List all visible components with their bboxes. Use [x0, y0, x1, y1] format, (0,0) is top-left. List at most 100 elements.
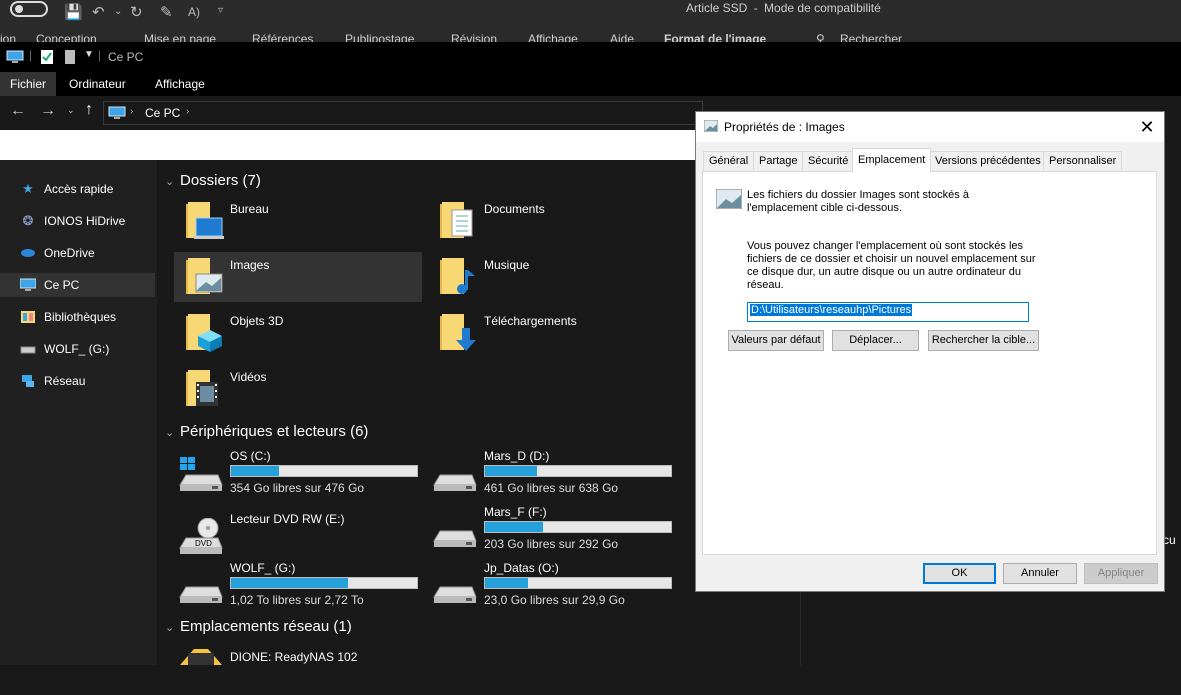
- drive-d[interactable]: Mars_D (D:) 461 Go libres sur 638 Go: [432, 449, 682, 499]
- drive-icon: [179, 586, 223, 603]
- ribbon-tab[interactable]: ion: [0, 32, 16, 42]
- tab-partage[interactable]: Partage: [753, 151, 804, 171]
- section-network[interactable]: ⌄ Emplacements réseau (1): [165, 618, 352, 635]
- sidebar-item-quick-access[interactable]: ★ Accès rapide: [0, 177, 155, 201]
- dialog-title-bar: Propriétés de : Images ✕: [696, 112, 1164, 142]
- sidebar-item-hidrive[interactable]: ❂ IONOS HiDrive: [0, 209, 155, 233]
- ribbon-tab[interactable]: Mise en page: [144, 32, 216, 42]
- drive-f[interactable]: Mars_F (F:) 203 Go libres sur 292 Go: [432, 505, 682, 555]
- undo-dropdown-icon[interactable]: ⌄: [114, 6, 122, 17]
- folder-videos[interactable]: Vidéos: [174, 364, 422, 414]
- move-button[interactable]: Déplacer...: [832, 330, 919, 351]
- ribbon-tab[interactable]: Affichage: [528, 32, 578, 42]
- quick-access-dropdown-icon[interactable]: ▼: [84, 49, 94, 60]
- sidebar-item-wolf[interactable]: WOLF_ (G:): [0, 337, 155, 361]
- restore-default-button[interactable]: Valeurs par défaut: [728, 330, 824, 351]
- info-line: l'emplacement cible ci-dessous.: [747, 202, 902, 214]
- ribbon-tab[interactable]: Publipostage: [345, 32, 414, 42]
- sidebar-item-this-pc[interactable]: Ce PC: [0, 273, 155, 297]
- recent-locations-icon[interactable]: ⌄: [67, 105, 75, 116]
- drive-icon: [433, 530, 477, 547]
- word-search[interactable]: Rechercher: [840, 32, 902, 42]
- menu-ordinateur[interactable]: Ordinateur: [59, 72, 136, 96]
- drive-usage-fill: [485, 578, 528, 588]
- search-icon: ⚲: [816, 32, 825, 42]
- folder-images[interactable]: Images: [174, 252, 422, 302]
- redo-icon[interactable]: ↻: [130, 3, 143, 21]
- section-devices[interactable]: ⌄ Périphériques et lecteurs (6): [165, 423, 368, 440]
- folder-bureau[interactable]: Bureau: [174, 196, 422, 246]
- drive-free-space: 354 Go libres sur 476 Go: [230, 481, 365, 495]
- folder-label: Musique: [484, 258, 530, 272]
- location-path-input[interactable]: D:\Utilisateurs\reseauhp\Pictures: [747, 302, 1029, 322]
- doc-title: Article SSD: [686, 1, 748, 15]
- find-target-button[interactable]: Rechercher la cible...: [928, 330, 1039, 351]
- tab-personnaliser[interactable]: Personnaliser: [1043, 151, 1123, 171]
- folder-telechargements[interactable]: Téléchargements: [428, 308, 676, 358]
- tab-versions-precedentes[interactable]: Versions précédentes: [929, 151, 1047, 171]
- address-box[interactable]: › Ce PC ›: [103, 101, 703, 125]
- folder-label: Téléchargements: [484, 314, 577, 328]
- drive-usage-fill: [485, 522, 543, 532]
- description-line: réseau.: [747, 279, 784, 291]
- breadcrumb-ce-pc[interactable]: Ce PC: [145, 106, 180, 120]
- drive-c[interactable]: OS (C:) 354 Go libres sur 476 Go: [178, 449, 428, 499]
- sidebar-item-network[interactable]: Réseau: [0, 369, 155, 393]
- drive-free-space: 461 Go libres sur 638 Go: [484, 481, 619, 495]
- read-aloud-icon[interactable]: A): [188, 5, 200, 19]
- ribbon-tab[interactable]: Révision: [451, 32, 497, 42]
- sidebar-item-libraries[interactable]: Bibliothèques: [0, 305, 155, 329]
- 3d-objects-folder-icon: [186, 314, 222, 352]
- new-folder-icon[interactable]: [64, 49, 76, 65]
- videos-folder-icon: [186, 370, 218, 406]
- chevron-down-icon[interactable]: ⌄: [165, 175, 180, 188]
- chevron-right-icon[interactable]: ›: [186, 106, 189, 117]
- cloud-icon: [21, 249, 35, 257]
- tab-general[interactable]: Général: [703, 151, 755, 171]
- format-icon[interactable]: ✎: [160, 3, 173, 21]
- navigation-pane: ★ Accès rapide ❂ IONOS HiDrive OneDrive …: [0, 160, 157, 665]
- drive-usage-bar: [484, 521, 672, 533]
- drive-g[interactable]: WOLF_ (G:) 1,02 To libres sur 2,72 To: [178, 561, 428, 611]
- tab-panel-emplacement: Les fichiers du dossier Images sont stoc…: [702, 171, 1157, 555]
- up-arrow-icon[interactable]: ↑: [85, 101, 93, 119]
- close-icon[interactable]: ✕: [1136, 116, 1158, 138]
- tab-emplacement[interactable]: Emplacement: [852, 148, 932, 172]
- drive-usage-fill: [485, 466, 538, 476]
- music-folder-icon: [440, 258, 475, 294]
- properties-icon[interactable]: [40, 49, 54, 65]
- drive-free-space: 23,0 Go libres sur 29,9 Go: [484, 593, 625, 607]
- folder-documents[interactable]: Documents: [428, 196, 676, 246]
- network-icon: [22, 375, 34, 387]
- apply-button[interactable]: Appliquer: [1084, 563, 1158, 584]
- menu-affichage[interactable]: Affichage: [145, 72, 215, 96]
- ribbon-tab[interactable]: Aide: [610, 32, 634, 42]
- ribbon-tab[interactable]: Conception: [36, 32, 97, 42]
- save-icon[interactable]: 💾: [64, 3, 83, 21]
- chevron-down-icon[interactable]: ⌄: [165, 621, 180, 634]
- drive-name: Jp_Datas (O:): [484, 561, 559, 575]
- folder-objets-3d[interactable]: Objets 3D: [174, 308, 422, 358]
- sidebar-item-onedrive[interactable]: OneDrive: [0, 241, 155, 265]
- tab-securite[interactable]: Sécurité: [802, 151, 855, 171]
- cancel-button[interactable]: Annuler: [1003, 563, 1077, 584]
- explorer-title-bar: | ▼ | Ce PC: [0, 42, 1181, 72]
- forward-arrow-icon[interactable]: →: [40, 102, 56, 120]
- nas-icon: [180, 649, 222, 665]
- customize-toolbar-icon[interactable]: ▿: [218, 5, 223, 16]
- drive-o[interactable]: Jp_Datas (O:) 23,0 Go libres sur 29,9 Go: [432, 561, 682, 611]
- ribbon-tab-format-image[interactable]: Format de l'image: [664, 32, 766, 42]
- autosave-toggle[interactable]: [10, 1, 48, 17]
- ribbon-tab[interactable]: Références: [252, 32, 313, 42]
- chevron-down-icon[interactable]: ⌄: [165, 426, 180, 439]
- back-arrow-icon[interactable]: ←: [10, 102, 26, 120]
- folder-musique[interactable]: Musique: [428, 252, 676, 302]
- drive-dvd[interactable]: DVD Lecteur DVD RW (E:): [178, 512, 428, 562]
- section-folders[interactable]: ⌄ Dossiers (7): [165, 172, 261, 189]
- explorer-menu-bar: Fichier Ordinateur Affichage: [0, 72, 1181, 96]
- chevron-right-icon[interactable]: ›: [130, 106, 133, 117]
- ok-button[interactable]: OK: [923, 563, 996, 584]
- network-location-dione[interactable]: DIONE: ReadyNAS 102: [178, 645, 428, 695]
- menu-fichier[interactable]: Fichier: [0, 72, 57, 96]
- undo-icon[interactable]: ↶: [92, 3, 105, 21]
